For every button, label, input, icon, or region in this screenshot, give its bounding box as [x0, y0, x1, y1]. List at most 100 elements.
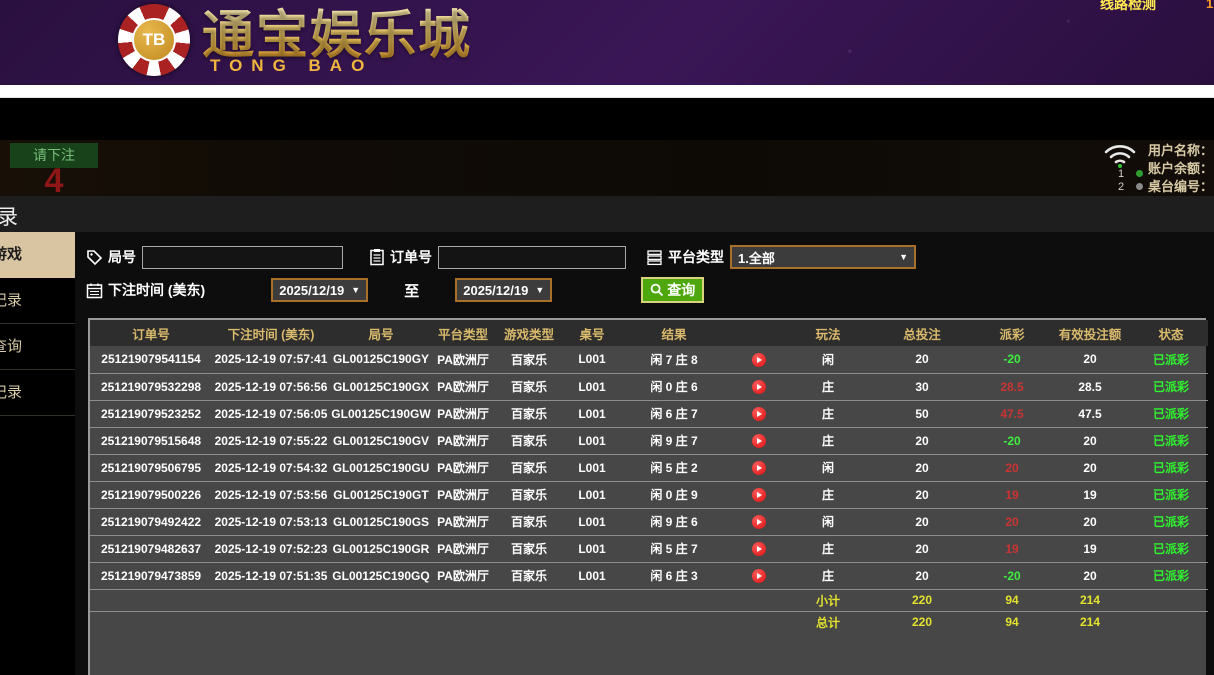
- cell-total-bet: 30: [866, 373, 978, 400]
- platform-icon: [646, 249, 663, 266]
- cell-order-no: 251219079515648: [90, 427, 212, 454]
- cell-result: 闲 6 庄 7: [620, 400, 728, 427]
- cell-replay: [728, 562, 790, 589]
- date-from-value: 2025/12/19: [279, 283, 344, 298]
- cell-replay: [728, 508, 790, 535]
- cell-round-no: GL00125C190GY: [330, 346, 432, 373]
- cell-bet-on: 庄: [790, 427, 866, 454]
- cell-round-no: GL00125C190GW: [330, 400, 432, 427]
- cell-order-no: 251219079492422: [90, 508, 212, 535]
- cell-total-bet: 20: [866, 454, 978, 481]
- sidebar-item-label: 查询: [0, 324, 22, 370]
- records-panel: 记录 游戏记录查询记录 局号 订单号 平台类型: [0, 196, 1214, 675]
- cell-game-type: 百家乐: [494, 454, 564, 481]
- table-row[interactable]: 251219079515648 2025-12-19 07:55:22 GL00…: [90, 427, 1208, 454]
- cell-result: 闲 0 庄 9: [620, 481, 728, 508]
- play-video-icon[interactable]: [752, 434, 766, 448]
- date-to-select[interactable]: 2025/12/19 ▼: [455, 278, 552, 302]
- total-payout: 94: [978, 611, 1046, 633]
- table-row[interactable]: 251219079541154 2025-12-19 07:57:41 GL00…: [90, 346, 1208, 373]
- cell-order-no: 251219079482637: [90, 535, 212, 562]
- cell-result: 闲 7 庄 8: [620, 346, 728, 373]
- line-option-2[interactable]: 2: [1118, 181, 1143, 194]
- username-label: 用户名称：: [1148, 142, 1214, 160]
- play-video-icon[interactable]: [752, 407, 766, 421]
- cell-table-no: L001: [564, 373, 620, 400]
- table-row[interactable]: 251219079500226 2025-12-19 07:53:56 GL00…: [90, 481, 1208, 508]
- column-header: 总投注: [866, 320, 978, 346]
- round-no-input[interactable]: [142, 246, 343, 269]
- play-video-icon[interactable]: [752, 569, 766, 583]
- platform-type-value: 1.全部: [738, 248, 775, 267]
- column-header: 订单号: [90, 320, 212, 346]
- cell-replay: [728, 346, 790, 373]
- order-no-input[interactable]: [438, 246, 626, 269]
- cell-table-no: L001: [564, 454, 620, 481]
- cell-bet-on: 庄: [790, 535, 866, 562]
- cell-game-type: 百家乐: [494, 373, 564, 400]
- cell-table-no: L001: [564, 400, 620, 427]
- cell-payout: 19: [978, 535, 1046, 562]
- table-row[interactable]: 251219079482637 2025-12-19 07:52:23 GL00…: [90, 535, 1208, 562]
- caret-down-icon: ▼: [351, 285, 360, 295]
- cell-game-type: 百家乐: [494, 508, 564, 535]
- cell-status: 已派彩: [1134, 562, 1208, 589]
- cell-result: 闲 5 庄 2: [620, 454, 728, 481]
- caret-down-icon: ▼: [535, 285, 544, 295]
- cell-table-no: L001: [564, 562, 620, 589]
- line-option-1[interactable]: 1: [1118, 168, 1143, 181]
- table-header-row: 订单号下注时间 (美东)局号平台类型游戏类型桌号结果玩法总投注派彩有效投注额状态: [90, 320, 1208, 346]
- cell-round-no: GL00125C190GU: [330, 454, 432, 481]
- table-row[interactable]: 251219079532298 2025-12-19 07:56:56 GL00…: [90, 373, 1208, 400]
- play-video-icon[interactable]: [752, 488, 766, 502]
- cell-total-bet: 20: [866, 481, 978, 508]
- table-row[interactable]: 251219079523252 2025-12-19 07:56:05 GL00…: [90, 400, 1208, 427]
- date-from-select[interactable]: 2025/12/19 ▼: [271, 278, 368, 302]
- cell-game-type: 百家乐: [494, 427, 564, 454]
- cell-total-bet: 20: [866, 535, 978, 562]
- column-header: 游戏类型: [494, 320, 564, 346]
- date-to-value: 2025/12/19: [463, 283, 528, 298]
- cell-bet-time: 2025-12-19 07:52:23: [212, 535, 330, 562]
- cell-game-type: 百家乐: [494, 481, 564, 508]
- cell-platform: PA欧洲厅: [432, 454, 494, 481]
- play-video-icon[interactable]: [752, 461, 766, 475]
- column-header: 下注时间 (美东): [212, 320, 330, 346]
- table-row[interactable]: 251219079492422 2025-12-19 07:53:13 GL00…: [90, 508, 1208, 535]
- line-selector[interactable]: 1 2: [1118, 168, 1143, 194]
- cell-round-no: GL00125C190GR: [330, 535, 432, 562]
- cell-payout: -20: [978, 427, 1046, 454]
- cell-bet-on: 闲: [790, 508, 866, 535]
- cell-replay: [728, 481, 790, 508]
- cell-valid-bet: 20: [1046, 427, 1134, 454]
- total-label: 总计: [790, 611, 866, 633]
- table-row[interactable]: 251219079506795 2025-12-19 07:54:32 GL00…: [90, 454, 1208, 481]
- panel-title-bar: 记录: [0, 196, 1214, 232]
- sidebar-item-1[interactable]: 记录: [0, 278, 75, 324]
- cell-payout: 19: [978, 481, 1046, 508]
- play-video-icon[interactable]: [752, 542, 766, 556]
- platform-type-select[interactable]: 1.全部 ▼: [730, 245, 916, 269]
- line-check-link[interactable]: 线路检测: [1100, 0, 1156, 14]
- bet-time-label: 下注时间 (美东): [108, 280, 205, 300]
- cell-table-no: L001: [564, 427, 620, 454]
- cell-replay: [728, 427, 790, 454]
- sidebar-item-3[interactable]: 记录: [0, 370, 75, 416]
- table-number-label: 桌台编号：: [1148, 178, 1214, 196]
- content-area: 局号 订单号 平台类型 1.全部 ▼: [75, 232, 1214, 675]
- cell-status: 已派彩: [1134, 454, 1208, 481]
- table-row[interactable]: 251219079473859 2025-12-19 07:51:35 GL00…: [90, 562, 1208, 589]
- page: TB 通宝娱乐城 TONG BAO 线路检测 1 请下注 4 1 2 用户名称：…: [0, 0, 1214, 675]
- cell-status: 已派彩: [1134, 346, 1208, 373]
- play-video-icon[interactable]: [752, 515, 766, 529]
- cell-bet-time: 2025-12-19 07:55:22: [212, 427, 330, 454]
- total-valid: 214: [1046, 611, 1134, 633]
- tag-icon: [86, 249, 103, 266]
- cell-order-no: 251219079473859: [90, 562, 212, 589]
- cell-valid-bet: 20: [1046, 508, 1134, 535]
- play-video-icon[interactable]: [752, 353, 766, 367]
- sidebar-item-2[interactable]: 查询: [0, 324, 75, 370]
- column-header: 有效投注额: [1046, 320, 1134, 346]
- search-button[interactable]: 查询: [641, 277, 704, 303]
- play-video-icon[interactable]: [752, 380, 766, 394]
